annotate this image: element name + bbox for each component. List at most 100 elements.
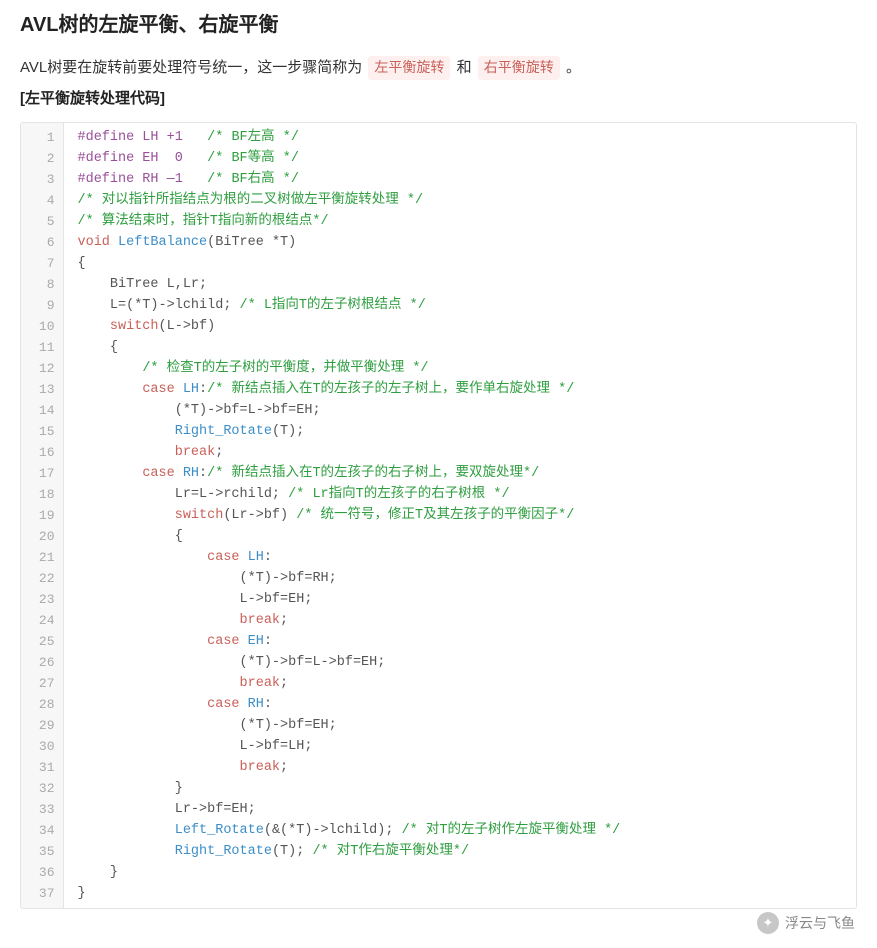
code-source: {: [63, 337, 856, 358]
line-number: 27: [21, 673, 63, 694]
code-line: 4/* 对以指针所指结点为根的二叉树做左平衡旋转处理 */: [21, 190, 856, 211]
code-source: Right_Rotate(T); /* 对T作右旋平衡处理*/: [63, 841, 856, 862]
code-block: 1#define LH +1 /* BF左高 */2#define EH 0 /…: [20, 122, 857, 909]
line-number: 11: [21, 337, 63, 358]
code-line: 3#define RH —1 /* BF右高 */: [21, 169, 856, 190]
line-number: 6: [21, 232, 63, 253]
line-number: 15: [21, 421, 63, 442]
line-number: 18: [21, 484, 63, 505]
code-line: 1#define LH +1 /* BF左高 */: [21, 123, 856, 148]
line-number: 5: [21, 211, 63, 232]
code-source: Lr->bf=EH;: [63, 799, 856, 820]
line-number: 9: [21, 295, 63, 316]
code-line: 15 Right_Rotate(T);: [21, 421, 856, 442]
code-line: 23 L->bf=EH;: [21, 589, 856, 610]
line-number: 1: [21, 123, 63, 148]
code-source: BiTree L,Lr;: [63, 274, 856, 295]
code-source: case LH:/* 新结点插入在T的左孩子的左子树上，要作单右旋处理 */: [63, 379, 856, 400]
code-line: 17 case RH:/* 新结点插入在T的左孩子的右子树上，要双旋处理*/: [21, 463, 856, 484]
line-number: 28: [21, 694, 63, 715]
line-number: 19: [21, 505, 63, 526]
line-number: 22: [21, 568, 63, 589]
code-line: 28 case RH:: [21, 694, 856, 715]
code-line: 34 Left_Rotate(&(*T)->lchild); /* 对T的左子树…: [21, 820, 856, 841]
code-source: /* 算法结束时，指针T指向新的根结点*/: [63, 211, 856, 232]
code-line: 33 Lr->bf=EH;: [21, 799, 856, 820]
code-source: break;: [63, 757, 856, 778]
code-source: Lr=L->rchild; /* Lr指向T的左孩子的右子树根 */: [63, 484, 856, 505]
code-source: {: [63, 253, 856, 274]
term-left-balance: 左平衡旋转: [368, 56, 450, 80]
code-source: case RH:: [63, 694, 856, 715]
line-number: 21: [21, 547, 63, 568]
code-source: (*T)->bf=RH;: [63, 568, 856, 589]
code-source: #define LH +1 /* BF左高 */: [63, 123, 856, 148]
code-source: (*T)->bf=L->bf=EH;: [63, 400, 856, 421]
code-line: 18 Lr=L->rchild; /* Lr指向T的左孩子的右子树根 */: [21, 484, 856, 505]
line-number: 8: [21, 274, 63, 295]
code-line: 2#define EH 0 /* BF等高 */: [21, 148, 856, 169]
code-line: 11 {: [21, 337, 856, 358]
code-source: void LeftBalance(BiTree *T): [63, 232, 856, 253]
line-number: 14: [21, 400, 63, 421]
wechat-logo-icon: ✦: [757, 912, 779, 934]
code-source: #define RH —1 /* BF右高 */: [63, 169, 856, 190]
line-number: 36: [21, 862, 63, 883]
line-number: 32: [21, 778, 63, 799]
code-line: 26 (*T)->bf=L->bf=EH;: [21, 652, 856, 673]
code-line: 6void LeftBalance(BiTree *T): [21, 232, 856, 253]
line-number: 35: [21, 841, 63, 862]
line-number: 30: [21, 736, 63, 757]
line-number: 13: [21, 379, 63, 400]
line-number: 33: [21, 799, 63, 820]
line-number: 26: [21, 652, 63, 673]
code-line: 5/* 算法结束时，指针T指向新的根结点*/: [21, 211, 856, 232]
code-source: (*T)->bf=EH;: [63, 715, 856, 736]
code-source: /* 对以指针所指结点为根的二叉树做左平衡旋转处理 */: [63, 190, 856, 211]
code-source: {: [63, 526, 856, 547]
code-source: case EH:: [63, 631, 856, 652]
code-source: case LH:: [63, 547, 856, 568]
code-line: 20 {: [21, 526, 856, 547]
line-number: 29: [21, 715, 63, 736]
code-line: 14 (*T)->bf=L->bf=EH;: [21, 400, 856, 421]
intro-prefix: AVL树要在旋转前要处理符号统一，这一步骤简称为: [20, 59, 366, 76]
intro-mid: 和: [457, 59, 476, 76]
line-number: 25: [21, 631, 63, 652]
line-number: 24: [21, 610, 63, 631]
code-line: 16 break;: [21, 442, 856, 463]
code-source: break;: [63, 442, 856, 463]
code-line: 19 switch(Lr->bf) /* 统一符号，修正T及其左孩子的平衡因子*…: [21, 505, 856, 526]
code-line: 9 L=(*T)->lchild; /* L指向T的左子树根结点 */: [21, 295, 856, 316]
code-line: 27 break;: [21, 673, 856, 694]
code-line: 10 switch(L->bf): [21, 316, 856, 337]
code-source: Right_Rotate(T);: [63, 421, 856, 442]
code-source: switch(L->bf): [63, 316, 856, 337]
line-number: 20: [21, 526, 63, 547]
code-source: L->bf=LH;: [63, 736, 856, 757]
code-line: 21 case LH:: [21, 547, 856, 568]
code-line: 30 L->bf=LH;: [21, 736, 856, 757]
code-source: break;: [63, 673, 856, 694]
intro-paragraph: AVL树要在旋转前要处理符号统一，这一步骤简称为 左平衡旋转 和 右平衡旋转 。: [20, 55, 857, 81]
code-source: #define EH 0 /* BF等高 */: [63, 148, 856, 169]
term-right-balance: 右平衡旋转: [478, 56, 560, 80]
code-section-subtitle: [左平衡旋转处理代码]: [20, 87, 857, 108]
code-line: 13 case LH:/* 新结点插入在T的左孩子的左子树上，要作单右旋处理 *…: [21, 379, 856, 400]
line-number: 16: [21, 442, 63, 463]
code-source: }: [63, 883, 856, 908]
code-source: }: [63, 862, 856, 883]
code-line: 25 case EH:: [21, 631, 856, 652]
code-line: 35 Right_Rotate(T); /* 对T作右旋平衡处理*/: [21, 841, 856, 862]
line-number: 17: [21, 463, 63, 484]
line-number: 2: [21, 148, 63, 169]
code-source: Left_Rotate(&(*T)->lchild); /* 对T的左子树作左旋…: [63, 820, 856, 841]
intro-suffix: 。: [566, 59, 581, 76]
code-line: 31 break;: [21, 757, 856, 778]
line-number: 34: [21, 820, 63, 841]
code-source: L->bf=EH;: [63, 589, 856, 610]
page-title: AVL树的左旋平衡、右旋平衡: [20, 8, 857, 37]
line-number: 7: [21, 253, 63, 274]
code-line: 37}: [21, 883, 856, 908]
line-number: 37: [21, 883, 63, 908]
